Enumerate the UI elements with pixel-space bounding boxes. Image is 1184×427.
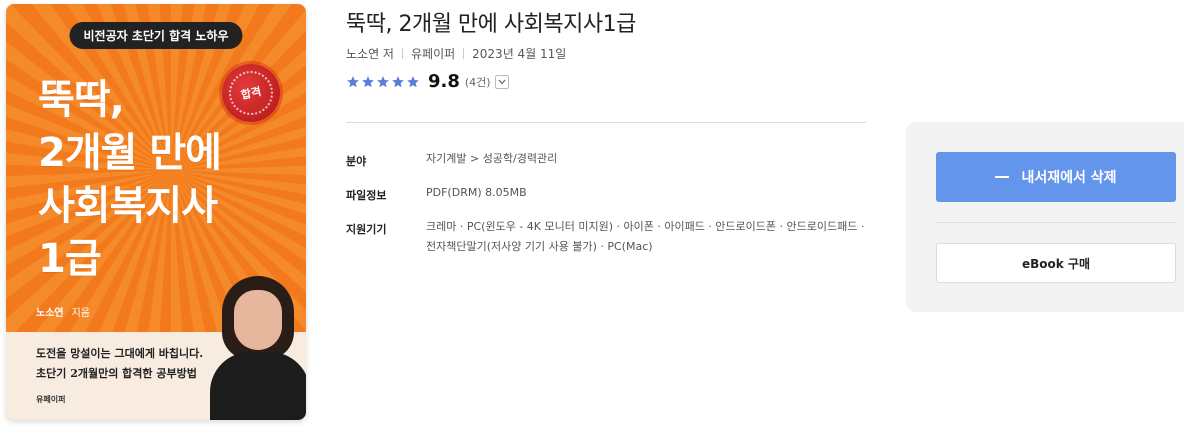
star-icon (392, 75, 404, 87)
star-icon (362, 75, 374, 87)
remove-from-library-button[interactable]: 내서재에서 삭제 (936, 152, 1176, 202)
minus-icon (995, 176, 1010, 178)
seal-text: 합격 (224, 66, 278, 120)
book-date: 2023년 4월 11일 (472, 47, 567, 61)
book-details: 분야 자기계발 > 성공학/경력관리 파일정보 PDF(DRM) 8.05MB … (346, 152, 886, 275)
rating: 9.8 (4건) (346, 71, 509, 92)
star-rating (346, 75, 420, 89)
section-divider (346, 122, 866, 123)
star-icon (347, 75, 359, 87)
chevron-down-icon (498, 79, 506, 84)
book-cover[interactable]: 비전공자 초단기 합격 노하우 뚝딱, 2개월 만에 사회복지사 1급 합격 노… (6, 4, 306, 420)
cover-badge: 비전공자 초단기 합격 노하우 (69, 22, 243, 49)
rating-score: 9.8 (428, 71, 460, 92)
book-meta: 노소연 저 유페이퍼 2023년 4월 11일 (346, 45, 566, 62)
buy-ebook-button[interactable]: eBook 구매 (936, 243, 1176, 283)
detail-label: 분야 (346, 155, 367, 168)
detail-value-devices: 크레마 · PC(윈도우 - 4K 모니터 미지원) · 아이폰 · 아이패드 … (426, 220, 865, 253)
rating-expand-button[interactable] (494, 74, 509, 89)
cover-title: 뚝딱, 2개월 만에 사회복지사 1급 (38, 77, 222, 282)
book-publisher[interactable]: 유페이퍼 (411, 45, 455, 62)
detail-value-category[interactable]: 자기계발 > 성공학/경력관리 (426, 149, 557, 169)
meta-divider (401, 48, 403, 59)
star-icon (407, 75, 419, 87)
cover-author-name: 노소연 (36, 308, 64, 319)
book-author[interactable]: 노소연 저 (346, 45, 394, 62)
author-photo (210, 272, 306, 420)
cover-author-role: 지음 (71, 308, 91, 319)
detail-row-devices: 지원기기 크레마 · PC(윈도우 - 4K 모니터 미지원) · 아이폰 · … (346, 220, 886, 257)
detail-value-file: PDF(DRM) 8.05MB (426, 186, 527, 199)
detail-label: 파일정보 (346, 189, 387, 202)
action-panel: 내서재에서 삭제 eBook 구매 (906, 122, 1184, 312)
pass-seal-icon: 합격 (222, 64, 280, 122)
book-title: 뚝딱, 2개월 만에 사회복지사1급 (346, 12, 636, 37)
buy-button-label: eBook 구매 (1021, 256, 1090, 271)
remove-button-label: 내서재에서 삭제 (1021, 170, 1117, 186)
cover-author: 노소연 지음 (36, 304, 90, 319)
rating-count[interactable]: (4건) (465, 74, 491, 90)
cover-tagline: 도전을 망설이는 그대에게 바칩니다. 초단기 2개월만의 합격한 공부방법 (36, 347, 204, 380)
detail-row-category: 분야 자기계발 > 성공학/경력관리 (346, 152, 886, 169)
cover-publisher: 유페이퍼 (36, 395, 66, 404)
detail-row-file: 파일정보 PDF(DRM) 8.05MB (346, 186, 886, 203)
star-icon (377, 75, 389, 87)
panel-divider (936, 222, 1176, 223)
detail-label: 지원기기 (346, 223, 387, 236)
meta-divider (463, 48, 465, 59)
